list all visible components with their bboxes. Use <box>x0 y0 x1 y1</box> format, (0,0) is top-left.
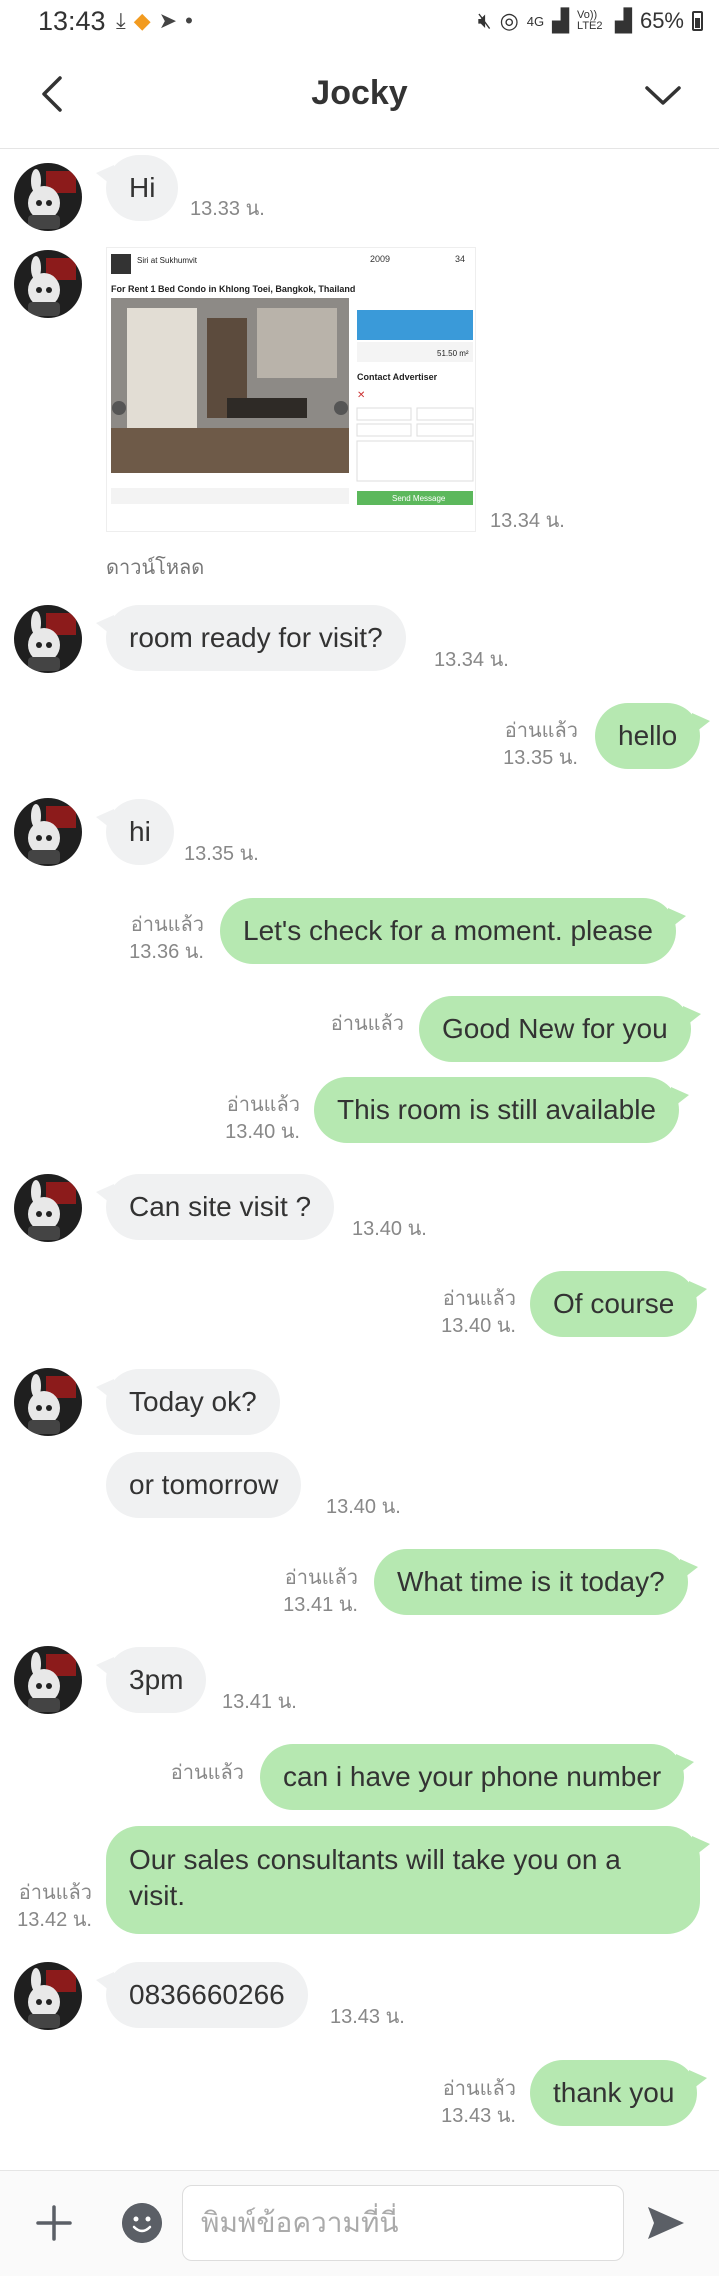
message-meta: อ่านแล้ว 13.36 น. <box>116 912 204 966</box>
status-bar: 13:43 ⤓ ◆ ➤ • 🔇︎ ◎ 4G ▟ Vo)) LTE2 ▟ 65% <box>0 0 719 44</box>
svg-text:✕: ✕ <box>357 390 365 401</box>
message-bubble-outgoing[interactable]: Good New for you <box>419 996 701 1062</box>
read-receipt: อ่านแล้ว <box>442 1288 516 1310</box>
app-notification-icon: ◆ <box>133 8 151 33</box>
plus-icon[interactable] <box>34 2203 74 2243</box>
read-receipt: อ่านแล้ว <box>170 1762 244 1784</box>
avatar[interactable] <box>14 1368 82 1436</box>
notification-icons: ⤓ ◆ ➤ • <box>116 8 201 34</box>
emoji-icon[interactable] <box>122 2203 162 2243</box>
listing-screenshot: Siri at Sukhumvit For Rent 1 Bed Condo i… <box>107 248 475 531</box>
message-bubble-outgoing[interactable]: What time is it today? <box>374 1549 698 1615</box>
contact-heading: Contact Advertiser <box>357 372 438 382</box>
message-composer <box>0 2170 719 2276</box>
message-meta: อ่านแล้ว 13.40 น. <box>212 1092 300 1146</box>
download-icon: ⤓ <box>116 8 126 33</box>
avatar[interactable] <box>14 798 82 866</box>
message-meta: อ่านแล้ว 13.41 น. <box>270 1565 358 1619</box>
status-time: 13:43 <box>38 6 106 36</box>
read-receipt: อ่านแล้ว <box>442 2078 516 2100</box>
mute-icon: 🔇︎ <box>477 8 492 33</box>
message-time: 13.40 น. <box>352 1218 427 1240</box>
message-bubble-outgoing[interactable]: This room is still available <box>314 1077 689 1143</box>
volte-indicator: Vo)) LTE2 <box>577 9 603 32</box>
telegram-icon: ➤ <box>158 8 178 33</box>
message-bubble-outgoing[interactable]: can i have your phone number <box>260 1744 695 1810</box>
message-time: 13.41 น. <box>283 1594 358 1616</box>
read-receipt: อ่านแล้ว <box>226 1094 300 1116</box>
message-time: 13.40 น. <box>441 1315 516 1337</box>
listing-title: For Rent 1 Bed Condo in Khlong Toei, Ban… <box>111 284 355 294</box>
listing-floors: 34 <box>455 254 465 264</box>
message-bubble-incoming[interactable]: room ready for visit? <box>96 605 406 671</box>
message-time: 13.35 น. <box>184 843 259 865</box>
message-bubble-outgoing[interactable]: thank you <box>530 2060 708 2126</box>
download-link[interactable]: ดาวน์โหลด <box>106 551 204 583</box>
message-time: 13.43 น. <box>330 2006 405 2028</box>
message-bubble-incoming[interactable]: hi <box>96 799 174 865</box>
chat-header: Jocky <box>0 44 719 149</box>
message-input[interactable] <box>182 2185 624 2261</box>
message-time: 13.36 น. <box>129 941 204 963</box>
battery-icon <box>692 11 703 31</box>
message-bubble-outgoing[interactable]: hello <box>595 703 711 769</box>
message-bubble-incoming[interactable]: Can site visit ? <box>95 1174 335 1240</box>
read-receipt: อ่านแล้ว <box>330 1013 404 1035</box>
message-meta: อ่านแล้ว <box>316 1011 404 1038</box>
read-receipt: อ่านแล้ว <box>284 1567 358 1589</box>
listing-year: 2009 <box>370 254 390 264</box>
message-bubble-outgoing[interactable]: Let's check for a moment. please <box>220 898 686 964</box>
message-bubble-incoming[interactable]: 0836660266 <box>96 1962 308 2028</box>
signal-icon-2: ▟ <box>615 8 632 33</box>
message-meta: อ่านแล้ว 13.42 น. <box>4 1880 92 1934</box>
avatar[interactable] <box>14 1646 82 1714</box>
message-time: 13.34 น. <box>434 649 509 671</box>
dot-icon: • <box>185 8 193 33</box>
signal-icon: ▟ <box>552 8 570 33</box>
network-type: 4G <box>526 13 545 29</box>
message-time: 13.41 น. <box>222 1691 297 1713</box>
message-bubble-incoming[interactable]: Today ok? <box>96 1369 280 1435</box>
message-meta: อ่านแล้ว <box>156 1760 244 1787</box>
avatar[interactable] <box>14 1174 82 1242</box>
message-time: 13.35 น. <box>503 747 578 769</box>
message-bubble-incoming[interactable]: 3pm <box>95 1647 207 1713</box>
message-bubble-outgoing[interactable]: Our sales consultants will take you on a… <box>106 1826 710 1934</box>
message-time: 13.43 น. <box>441 2105 516 2127</box>
shared-image[interactable]: Siri at Sukhumvit For Rent 1 Bed Condo i… <box>106 247 476 532</box>
send-message-label: Send Message <box>392 494 446 503</box>
hotspot-icon: ◎ <box>499 8 519 33</box>
listing-name: Siri at Sukhumvit <box>137 256 198 265</box>
read-receipt: อ่านแล้ว <box>18 1882 92 1904</box>
listing-size: 51.50 m² <box>437 349 469 358</box>
message-bubble-incoming[interactable]: or tomorrow <box>106 1452 302 1518</box>
message-time: 13.42 น. <box>17 1909 92 1931</box>
message-time: 13.34 น. <box>490 510 565 532</box>
read-receipt: อ่านแล้ว <box>504 720 578 742</box>
message-meta: อ่านแล้ว 13.40 น. <box>428 1286 516 1340</box>
message-time: 13.33 น. <box>190 198 265 220</box>
send-icon[interactable] <box>644 2201 688 2245</box>
avatar[interactable] <box>14 163 82 231</box>
message-bubble-incoming[interactable]: Hi <box>95 155 179 221</box>
chevron-down-icon[interactable] <box>643 78 683 112</box>
message-meta: อ่านแล้ว 13.43 น. <box>428 2076 516 2130</box>
avatar[interactable] <box>14 605 82 673</box>
message-bubble-outgoing[interactable]: Of course <box>530 1271 708 1337</box>
battery-percent: 65% <box>639 8 684 33</box>
message-time: 13.40 น. <box>326 1496 401 1518</box>
chat-title[interactable]: Jocky <box>0 74 719 113</box>
read-receipt: อ่านแล้ว <box>130 914 204 936</box>
message-meta: อ่านแล้ว 13.35 น. <box>490 718 578 772</box>
avatar[interactable] <box>14 250 82 318</box>
avatar[interactable] <box>14 1962 82 2030</box>
message-time: 13.40 น. <box>225 1121 300 1143</box>
system-icons: 🔇︎ ◎ 4G ▟ Vo)) LTE2 ▟ 65% <box>478 8 703 34</box>
